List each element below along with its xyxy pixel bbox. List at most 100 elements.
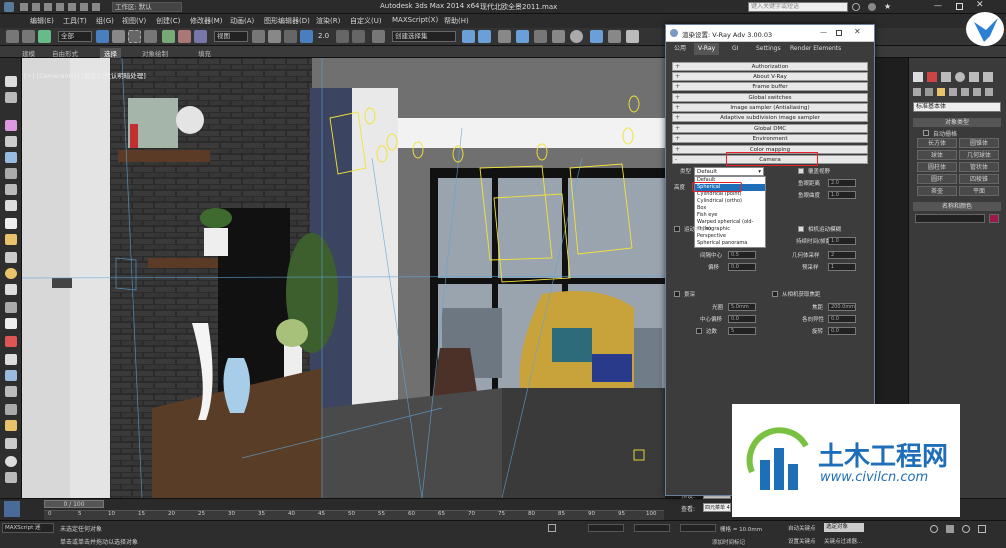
redo-icon[interactable] (22, 30, 35, 43)
percent-snap-icon[interactable] (336, 30, 349, 43)
rollout-global-switches[interactable]: + Global switches (672, 93, 868, 102)
tool-icon[interactable] (5, 302, 17, 313)
tool-icon[interactable] (5, 184, 17, 195)
geometry-icon[interactable] (913, 88, 921, 96)
rollout-frame-buffer[interactable]: + Frame buffer (672, 82, 868, 91)
reference-coordinate-dropdown[interactable]: 视图 (214, 31, 248, 42)
tab-vray[interactable]: V-Ray (694, 43, 720, 55)
menu-item-group[interactable]: 组(G) (96, 16, 114, 26)
geometry-samples-field[interactable]: 2 (828, 251, 856, 259)
sides-checkbox[interactable] (696, 328, 702, 334)
dialog-title-bar[interactable]: 渲染设置: V-Ray Adv 3.00.03 — ✕ (666, 25, 874, 42)
schematic-view-icon[interactable] (552, 30, 565, 43)
pyramid-button[interactable]: 四棱锥 (959, 174, 999, 184)
tool-icon[interactable] (5, 284, 17, 295)
undo-icon[interactable] (6, 30, 19, 43)
get-from-camera-checkbox[interactable] (772, 291, 778, 297)
motion-tab-icon[interactable] (955, 72, 965, 82)
tool-icon[interactable] (5, 420, 17, 431)
graphite-toggle-icon[interactable] (516, 30, 529, 43)
option-cylindrical-ortho[interactable]: Cylindrical (ortho) (695, 198, 765, 205)
orbit-icon[interactable] (962, 525, 970, 533)
teapot-button[interactable]: 茶壶 (917, 186, 957, 196)
geosphere-button[interactable]: 几何球体 (959, 150, 999, 160)
tool-icon[interactable] (5, 92, 17, 103)
perspective-viewport[interactable]: [+] [Camera001] [真实] [默认明暗处理] (22, 58, 665, 498)
rollout-adaptive-subdivision[interactable]: + Adaptive subdivision image sampler (672, 113, 868, 122)
tab-render-elements[interactable]: Render Elements (786, 43, 845, 55)
tool-icon[interactable] (5, 438, 17, 449)
lock-icon[interactable] (548, 524, 556, 532)
duration-field[interactable]: 1.0 (828, 237, 856, 245)
tool-icon[interactable] (5, 152, 17, 163)
anisotropy-field[interactable]: 0.0 (828, 315, 856, 323)
pan-icon[interactable] (946, 525, 954, 533)
auto-key-label[interactable]: 自动关键点 (788, 524, 816, 532)
render-production-icon[interactable] (626, 30, 639, 43)
spinner-snap-value[interactable]: 2.0 (318, 32, 329, 40)
select-by-name-icon[interactable] (112, 30, 125, 43)
quick-access-icon[interactable] (80, 3, 88, 11)
pivot-icon[interactable] (252, 30, 265, 43)
tool-icon[interactable] (5, 404, 17, 415)
box-button[interactable]: 长方体 (917, 138, 957, 148)
override-fov-checkbox[interactable] (798, 168, 804, 174)
x-coordinate-field[interactable] (588, 524, 624, 532)
z-coordinate-field[interactable] (680, 524, 716, 532)
aperture-field[interactable]: 5.0mm (728, 303, 756, 311)
dialog-maximize-icon[interactable] (836, 30, 842, 36)
tool-icon[interactable] (5, 136, 17, 147)
help-icon[interactable] (868, 3, 876, 11)
edit-named-selection-icon[interactable] (372, 30, 385, 43)
quick-access-icon[interactable] (44, 3, 52, 11)
helpers-icon[interactable] (961, 88, 969, 96)
ribbon-tab-modeling[interactable]: 建模 (22, 48, 35, 58)
quick-access-icon[interactable] (68, 3, 76, 11)
add-time-tag[interactable]: 添加时间标记 (712, 538, 745, 546)
quick-access-icon[interactable] (20, 3, 28, 11)
cone-button[interactable]: 圆锥体 (959, 138, 999, 148)
menu-item-help[interactable]: 帮助(H) (444, 16, 469, 26)
tab-common[interactable]: 公用 (670, 43, 690, 55)
option-fish-eye[interactable]: Fish eye (695, 212, 765, 219)
lights-icon[interactable] (937, 88, 945, 96)
rollout-authorization[interactable]: + Authorization (672, 62, 868, 71)
selection-filter-dropdown[interactable]: 全部 (58, 31, 92, 42)
section-object-type[interactable]: 对象类型 (913, 118, 1001, 127)
tool-icon[interactable] (5, 472, 17, 483)
layer-manager-icon[interactable] (498, 30, 511, 43)
ribbon-tab-object-paint[interactable]: 对象绘制 (142, 48, 168, 58)
tool-icon[interactable] (5, 386, 17, 397)
ribbon-tab-selection[interactable]: 选择 (100, 48, 121, 58)
app-logo-icon[interactable] (4, 2, 14, 12)
tool-icon[interactable] (5, 76, 17, 87)
search-input[interactable]: 键入关键字或短语 (748, 2, 848, 12)
close-icon[interactable]: ✕ (976, 0, 984, 10)
tool-icon[interactable] (5, 218, 17, 229)
menu-item-maxscript[interactable]: MAXScript(X) (392, 16, 438, 24)
link-icon[interactable] (38, 30, 51, 43)
fisheye-distance-field[interactable]: 2.0 (828, 179, 856, 187)
sides-field[interactable]: 5 (728, 327, 756, 335)
rollout-image-sampler[interactable]: + Image sampler (Antialiasing) (672, 103, 868, 112)
tool-icon[interactable] (5, 168, 17, 179)
sphere-button[interactable]: 球体 (917, 150, 957, 160)
rendered-frame-icon[interactable] (608, 30, 621, 43)
menu-item-rendering[interactable]: 渲染(R) (316, 16, 340, 26)
tool-icon[interactable] (5, 354, 17, 365)
primitive-type-dropdown[interactable]: 标准基本体 (913, 102, 1001, 112)
rotation-field[interactable]: 0.0 (828, 327, 856, 335)
shapes-icon[interactable] (925, 88, 933, 96)
color-swatch[interactable] (989, 214, 999, 223)
systems-icon[interactable] (985, 88, 993, 96)
maximize-viewport-icon[interactable] (978, 525, 986, 533)
tool-icon[interactable] (5, 370, 17, 381)
tool-icon[interactable] (5, 120, 17, 131)
tool-icon[interactable] (5, 234, 17, 245)
menu-item-edit[interactable]: 编辑(E) (30, 16, 54, 26)
tool-icon[interactable] (5, 318, 17, 329)
fisheye-curve-field[interactable]: 1.0 (828, 191, 856, 199)
center-bias-field[interactable]: 0.0 (728, 315, 756, 323)
tool-icon[interactable] (5, 456, 17, 467)
spinner-snap-icon[interactable] (352, 30, 365, 43)
